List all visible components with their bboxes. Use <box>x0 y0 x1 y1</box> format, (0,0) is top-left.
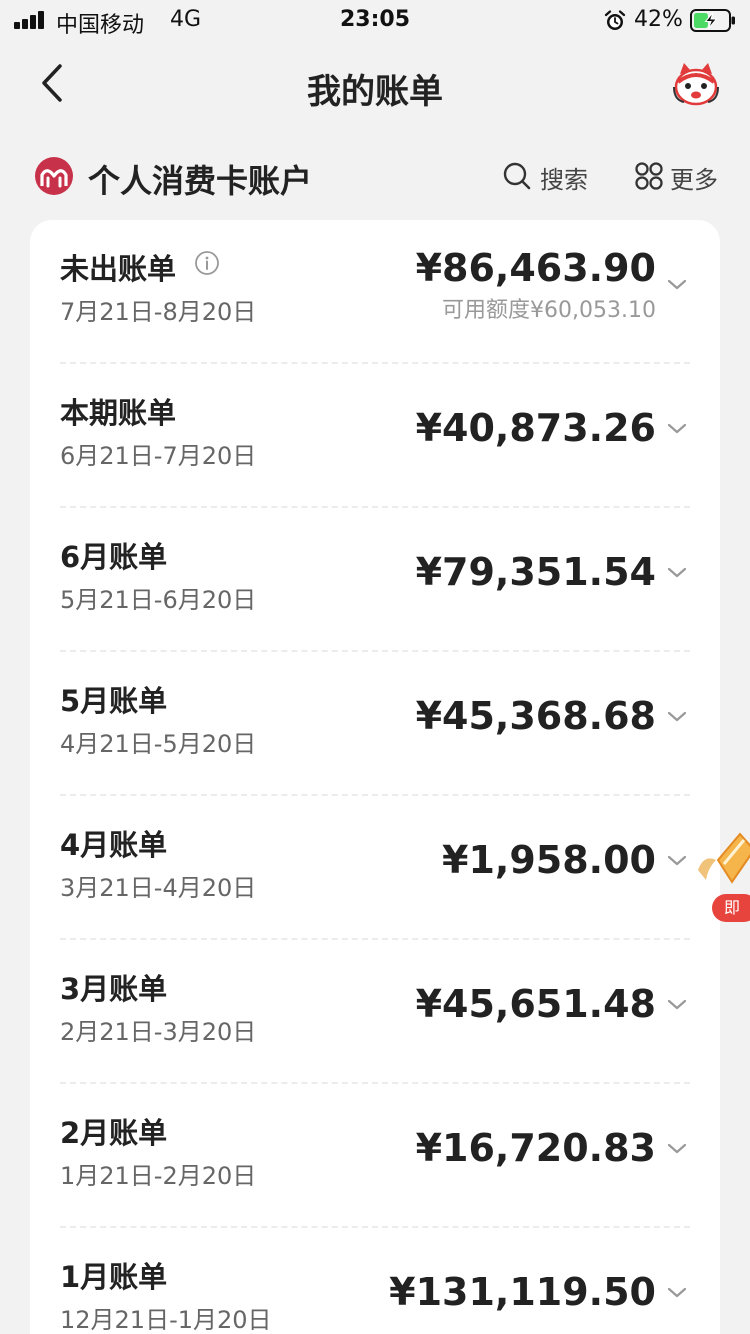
search-icon <box>503 162 531 190</box>
floating-promo-button[interactable]: 即 <box>694 830 750 922</box>
bill-title: 1月账单 <box>60 1260 168 1294</box>
bill-row-april[interactable]: 4月账单 3月21日-4月20日 ¥1,958.00 <box>30 796 720 940</box>
bill-amount: ¥45,368.68 <box>415 694 656 738</box>
battery-charging-icon <box>690 9 735 32</box>
page-title: 我的账单 <box>307 72 443 112</box>
bill-period: 7月21日-8月20日 <box>60 298 257 326</box>
account-name: 个人消费卡账户 <box>88 162 313 200</box>
bill-title: 未出账单 <box>60 252 177 286</box>
bill-period: 4月21日-5月20日 <box>60 730 257 758</box>
bill-amount: ¥40,873.26 <box>415 406 656 450</box>
chevron-down-icon <box>667 1143 687 1154</box>
bill-row-may[interactable]: 5月账单 4月21日-5月20日 ¥45,368.68 <box>30 652 720 796</box>
navigation-bar: 我的账单 <box>0 42 750 130</box>
account-header: 个人消费卡账户 搜索 更多 <box>0 148 750 208</box>
bill-period: 2月21日-3月20日 <box>60 1018 257 1046</box>
status-bar: 中国移动 4G 23:05 42% <box>0 0 750 42</box>
bill-amount: ¥45,651.48 <box>415 982 656 1026</box>
bill-amount: ¥86,463.90 <box>415 246 656 290</box>
bill-list-card: 未出账单 7月21日-8月20日 ¥86,463.90 可用额度¥60,053.… <box>30 220 720 1334</box>
bill-period: 5月21日-6月20日 <box>60 586 257 614</box>
bill-title: 6月账单 <box>60 540 168 574</box>
promo-label: 即 <box>712 894 750 922</box>
bill-period: 3月21日-4月20日 <box>60 874 257 902</box>
info-icon[interactable] <box>194 250 220 276</box>
bill-amount: ¥1,958.00 <box>442 838 656 882</box>
chevron-down-icon <box>667 279 687 290</box>
bill-row-march[interactable]: 3月账单 2月21日-3月20日 ¥45,651.48 <box>30 940 720 1084</box>
available-credit: 可用额度¥60,053.10 <box>442 298 656 323</box>
chevron-down-icon <box>667 855 687 866</box>
bill-title: 5月账单 <box>60 684 168 718</box>
battery-percentage: 42% <box>634 7 683 32</box>
bill-title: 2月账单 <box>60 1116 168 1150</box>
search-label: 搜索 <box>540 166 588 194</box>
mascot-assistant-icon[interactable] <box>670 60 722 112</box>
bill-row-june[interactable]: 6月账单 5月21日-6月20日 ¥79,351.54 <box>30 508 720 652</box>
bill-row-unbilled[interactable]: 未出账单 7月21日-8月20日 ¥86,463.90 可用额度¥60,053.… <box>30 220 720 364</box>
bill-period: 12月21日-1月20日 <box>60 1306 272 1334</box>
bill-row-current[interactable]: 本期账单 6月21日-7月20日 ¥40,873.26 <box>30 364 720 508</box>
bill-title: 本期账单 <box>60 396 177 430</box>
chevron-down-icon <box>667 567 687 578</box>
alarm-icon <box>604 10 626 30</box>
chevron-down-icon <box>667 423 687 434</box>
bank-logo-icon <box>35 157 73 195</box>
bill-amount: ¥16,720.83 <box>415 1126 656 1170</box>
grid-icon <box>635 162 663 190</box>
chevron-down-icon <box>667 1287 687 1298</box>
bill-period: 6月21日-7月20日 <box>60 442 257 470</box>
bill-row-february[interactable]: 2月账单 1月21日-2月20日 ¥16,720.83 <box>30 1084 720 1228</box>
bill-title: 4月账单 <box>60 828 168 862</box>
bill-amount: ¥131,119.50 <box>389 1270 656 1314</box>
chevron-down-icon <box>667 711 687 722</box>
gift-icon <box>698 832 750 884</box>
more-label: 更多 <box>670 166 718 194</box>
bill-amount: ¥79,351.54 <box>415 550 656 594</box>
bill-row-january[interactable]: 1月账单 12月21日-1月20日 ¥131,119.50 <box>30 1228 720 1334</box>
bill-title: 3月账单 <box>60 972 168 1006</box>
chevron-down-icon <box>667 999 687 1010</box>
bill-period: 1月21日-2月20日 <box>60 1162 257 1190</box>
